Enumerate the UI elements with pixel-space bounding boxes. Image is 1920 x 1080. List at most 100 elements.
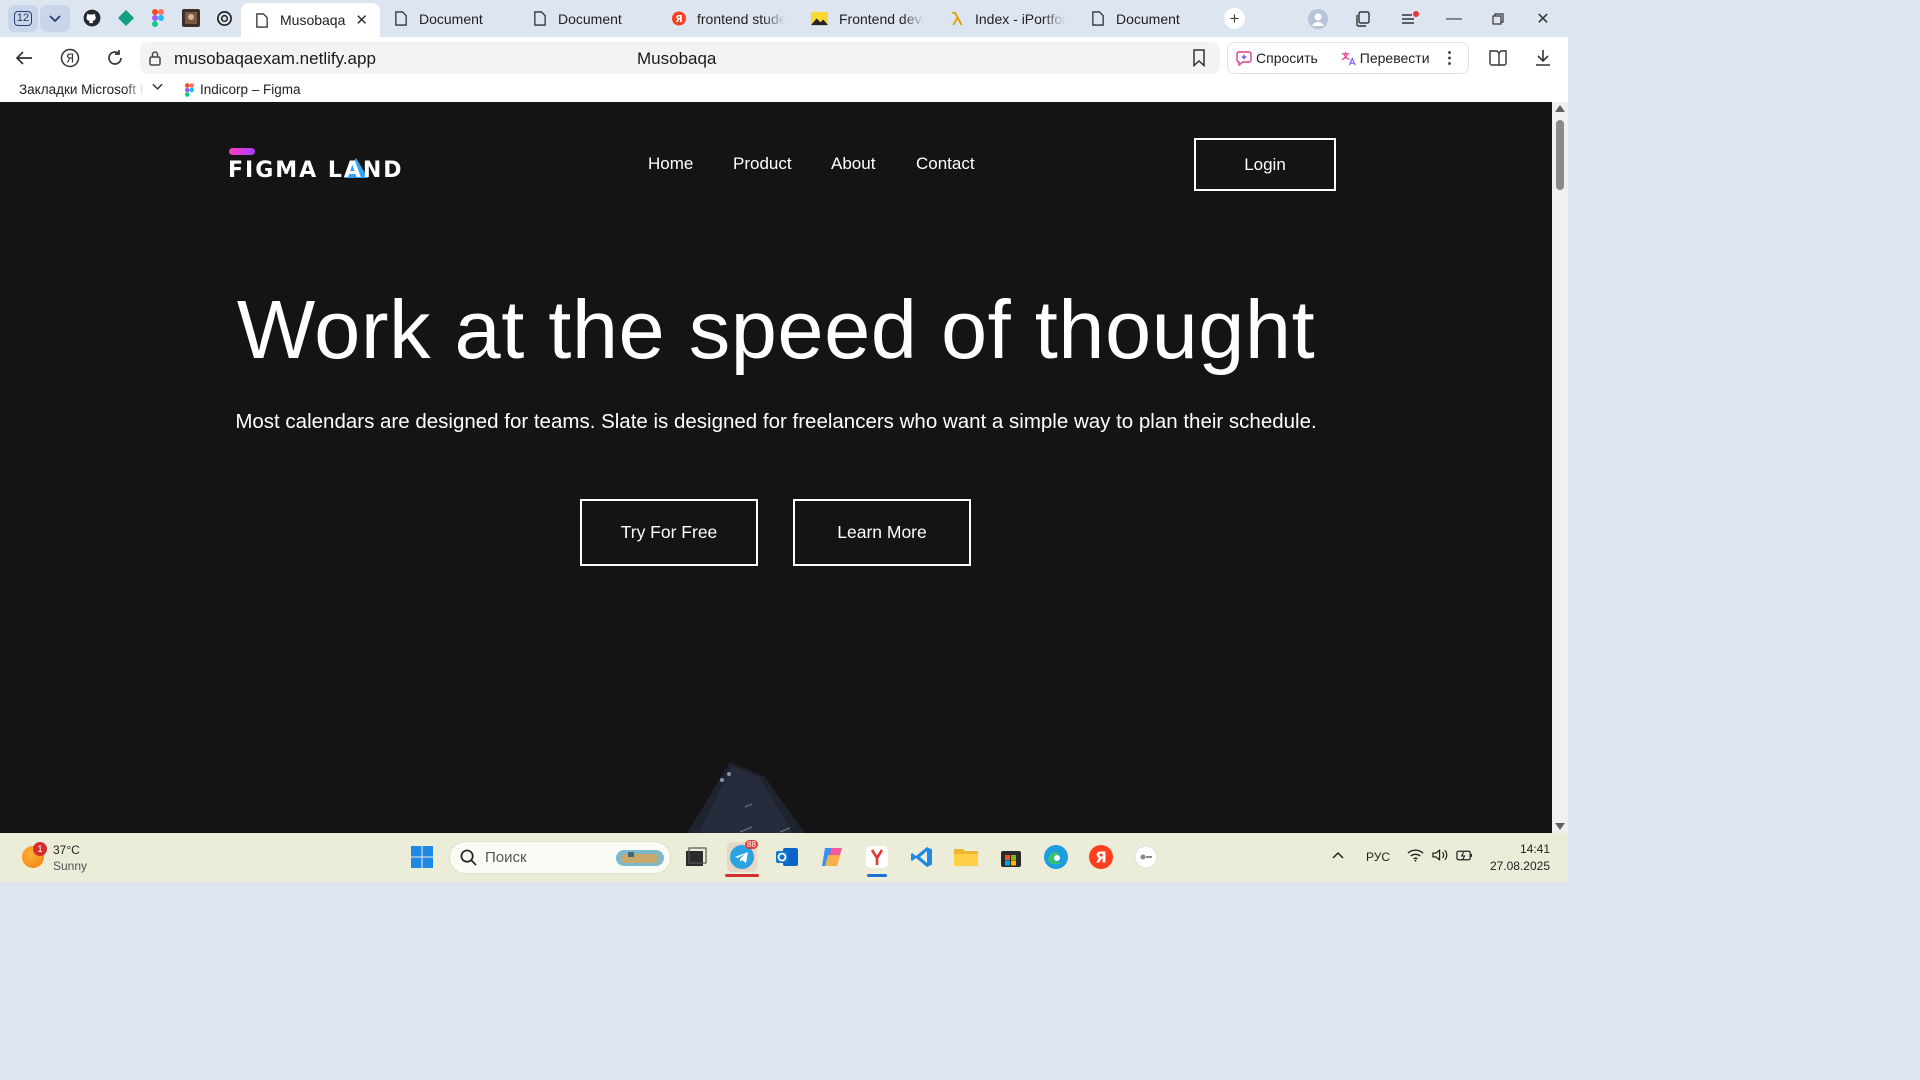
svg-text:Я: Я — [1095, 849, 1107, 867]
try-for-free-button[interactable]: Try For Free — [580, 499, 758, 566]
login-button[interactable]: Login — [1194, 138, 1336, 191]
minimize-button[interactable]: — — [1442, 7, 1466, 31]
svg-text:Я: Я — [675, 14, 682, 25]
volume-icon[interactable] — [1432, 848, 1449, 865]
more-menu-button[interactable]: ⋮ — [1442, 48, 1458, 68]
image-thumbnail-icon — [182, 9, 200, 27]
outlook-icon — [776, 848, 798, 866]
reload-icon — [108, 50, 122, 65]
tab-count-button[interactable]: 12 — [8, 5, 38, 32]
tab-frontend-developer[interactable]: Frontend develo — [797, 4, 936, 33]
nav-about[interactable]: About — [831, 154, 875, 174]
chevron-down-icon[interactable] — [152, 83, 163, 91]
pinned-tab-figma[interactable] — [148, 8, 168, 28]
taskbar-telegram[interactable]: 88 — [725, 840, 759, 877]
page-icon — [395, 11, 407, 26]
scroll-thumb[interactable] — [1556, 120, 1564, 190]
taskbar-search[interactable]: Поиск — [449, 841, 671, 874]
page-icon — [534, 11, 546, 26]
tab-list-dropdown[interactable] — [40, 5, 70, 32]
page-title: Musobaqa — [637, 49, 717, 68]
clock-time: 14:41 — [1519, 842, 1550, 856]
lock-icon[interactable] — [148, 50, 162, 66]
nav-contact[interactable]: Contact — [916, 154, 975, 174]
url-text[interactable]: musobaqaexam.netlify.app — [174, 49, 376, 69]
tab-frontend-student[interactable]: Я frontend studer — [658, 4, 797, 33]
app-preview-image — [687, 762, 805, 833]
back-button[interactable] — [12, 46, 36, 70]
bookmark-folder-microsoft[interactable]: Закладки Microsoft Edge — [19, 82, 144, 97]
taskbar-copilot[interactable] — [817, 842, 847, 872]
site-logo[interactable]: FIGMA LAND — [228, 146, 403, 186]
reading-button[interactable] — [1486, 46, 1510, 70]
translate-button[interactable]: Перевести — [1341, 50, 1430, 66]
bookmark-figma[interactable]: Indicorp – Figma — [185, 82, 301, 97]
tray-overflow-icon[interactable] — [1332, 848, 1344, 862]
taskbar-yandex-browser[interactable] — [862, 842, 892, 877]
learn-more-button[interactable]: Learn More — [793, 499, 971, 566]
edge-icon — [1044, 845, 1068, 869]
collections-button[interactable] — [1351, 7, 1375, 31]
bookmark-icon[interactable] — [1192, 49, 1206, 67]
tab-title: frontend studer — [697, 10, 785, 27]
downloads-button[interactable] — [1531, 46, 1555, 70]
new-tab-button[interactable]: + — [1224, 8, 1245, 29]
restore-icon — [1492, 13, 1504, 25]
tab-iportfolio[interactable]: Index - iPortfolio — [936, 4, 1077, 33]
tab-document-3[interactable]: Document — [1077, 4, 1216, 33]
kebab-icon: ⋮ — [1441, 50, 1458, 67]
yandex-icon: Я — [672, 11, 686, 26]
pinned-tab-chatgpt[interactable] — [214, 8, 234, 28]
battery-icon[interactable] — [1456, 848, 1473, 865]
yandex-icon: Я — [1089, 845, 1113, 869]
search-placeholder: Поиск — [485, 849, 527, 866]
address-bar[interactable]: musobaqaexam.netlify.app Musobaqa — [140, 42, 1220, 74]
restore-button[interactable] — [1486, 7, 1510, 31]
taskbar-task-view[interactable] — [681, 842, 711, 872]
taskbar-app[interactable] — [1131, 842, 1161, 872]
menu-button[interactable] — [1398, 7, 1422, 31]
nav-home[interactable]: Home — [648, 154, 693, 174]
logo-bar — [229, 148, 255, 155]
taskbar-vscode[interactable] — [907, 842, 937, 872]
tab-musobaqa[interactable]: Musobaqa ✕ — [241, 3, 380, 37]
tab-strip: 12 Musobaqa ✕ Document Document Я fronte… — [0, 0, 1568, 37]
tab-document-1[interactable]: Document — [380, 4, 518, 33]
page-scrollbar[interactable] — [1552, 102, 1568, 833]
collections-icon — [1356, 11, 1370, 27]
language-indicator[interactable]: РУС — [1366, 850, 1390, 864]
weather-condition: Sunny — [53, 859, 88, 873]
taskbar-store[interactable] — [996, 842, 1026, 872]
taskbar-yandex[interactable]: Я — [1086, 842, 1116, 872]
weather-widget[interactable]: 1 37°C Sunny — [22, 842, 132, 876]
system-clock[interactable]: 14:41 27.08.2025 — [1488, 841, 1550, 875]
scroll-down-icon[interactable] — [1555, 823, 1565, 830]
taskbar-file-explorer[interactable] — [951, 842, 981, 872]
wifi-icon[interactable] — [1407, 848, 1424, 865]
vscode-icon — [911, 847, 932, 867]
pinned-tab-github[interactable] — [82, 8, 102, 28]
search-highlight-image — [616, 849, 664, 866]
ai-actions: Спросить Перевести ⋮ — [1227, 42, 1469, 74]
reload-button[interactable] — [103, 46, 127, 70]
pinned-tab-image[interactable] — [181, 8, 201, 28]
tab-document-2[interactable]: Document — [519, 4, 658, 33]
profile-button[interactable] — [1306, 7, 1330, 31]
close-window-button[interactable]: ✕ — [1531, 7, 1555, 31]
yandex-home-button[interactable]: Я — [58, 46, 82, 70]
close-tab-icon[interactable]: ✕ — [355, 11, 368, 29]
taskbar-outlook[interactable] — [772, 842, 802, 872]
ask-button[interactable]: Спросить — [1236, 50, 1318, 66]
figma-icon — [185, 82, 194, 97]
pinned-tab-app[interactable] — [116, 8, 136, 28]
active-indicator — [725, 874, 759, 877]
tab-title: Document — [419, 10, 483, 27]
github-icon — [83, 9, 101, 27]
yandex-browser-icon — [866, 846, 888, 868]
taskbar-edge[interactable] — [1041, 842, 1071, 872]
start-button[interactable] — [407, 842, 437, 872]
tab-title: Musobaqa — [280, 12, 346, 28]
hero-title: Work at the speed of thought — [236, 283, 1316, 376]
scroll-up-icon[interactable] — [1555, 105, 1565, 112]
nav-product[interactable]: Product — [733, 154, 792, 174]
